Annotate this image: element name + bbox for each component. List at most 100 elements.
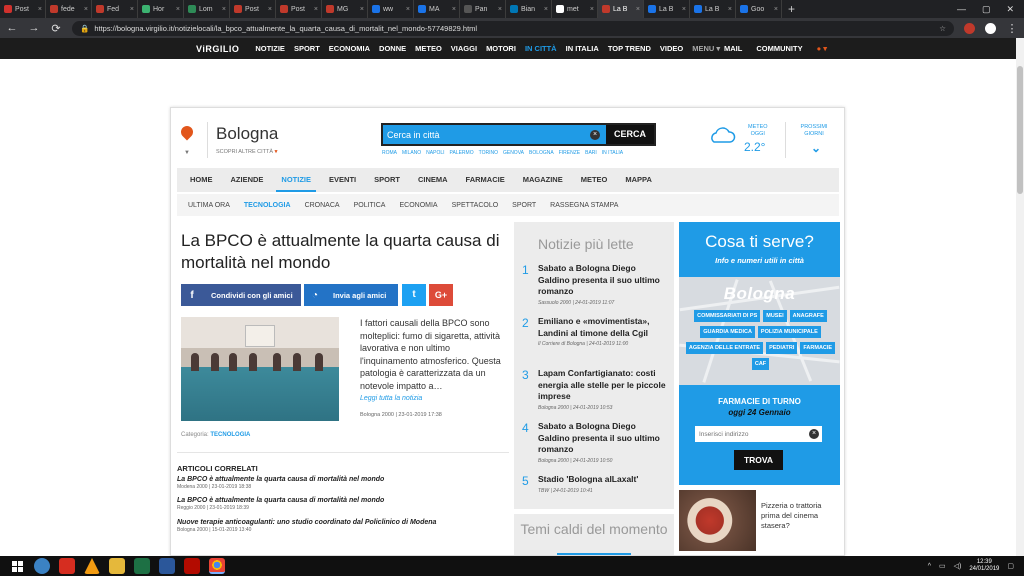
city-link-bari[interactable]: BARI [585, 150, 597, 156]
sub-nav-sport[interactable]: SPORT [509, 202, 539, 209]
reload-icon[interactable]: ⟳ [50, 22, 62, 35]
new-tab-icon[interactable]: + [788, 2, 795, 16]
browser-tab[interactable]: met × [552, 0, 598, 18]
main-nav-magazine[interactable]: MAGAZINE [518, 168, 568, 192]
read-more-link[interactable]: Leggi tutta la notizia [360, 395, 422, 402]
most-read-title[interactable]: Emiliano e «movimentista», Landini al ti… [538, 316, 668, 339]
scrollbar-thumb[interactable] [1017, 66, 1023, 194]
chevron-down-icon[interactable]: ⌄ [811, 141, 821, 155]
vlc-icon[interactable] [84, 558, 100, 574]
service-chip-anagrafe[interactable]: ANAGRAFE [789, 310, 827, 322]
app-icon[interactable] [59, 558, 75, 574]
caret-down-icon[interactable]: ▼ [184, 150, 190, 156]
most-read-item[interactable]: 5 Stadio 'Bologna alLaxalt' TBW | 24-01-… [522, 474, 668, 494]
city-link-bologna[interactable]: BOLOGNA [529, 150, 554, 156]
site-nav-notizie[interactable]: NOTIZIE [255, 44, 285, 53]
scopri-label[interactable]: SCOPRI ALTRE CITTÀ [216, 149, 273, 155]
google-plus-share-button[interactable]: G+ [429, 284, 453, 306]
browser-tab[interactable]: Post × [0, 0, 46, 18]
browser-tab[interactable]: Hor × [138, 0, 184, 18]
site-nav-donne[interactable]: DONNE [379, 44, 406, 53]
sub-nav-ultima-ora[interactable]: ULTIMA ORA [185, 202, 233, 209]
clear-icon[interactable]: × [589, 129, 600, 140]
browser-tab[interactable]: La B × [598, 0, 644, 18]
sub-nav-politica[interactable]: POLITICA [351, 202, 389, 209]
search-button[interactable]: CERCA [605, 125, 654, 144]
forward-icon[interactable]: → [28, 22, 40, 34]
browser-tab[interactable]: Post × [276, 0, 322, 18]
browser-tab[interactable]: MG × [322, 0, 368, 18]
back-icon[interactable]: ← [6, 22, 18, 34]
site-nav-top-trend[interactable]: TOP TREND [608, 44, 651, 53]
most-read-item[interactable]: 4 Sabato a Bologna Diego Galdino present… [522, 421, 668, 464]
clear-icon[interactable]: × [809, 429, 819, 439]
site-nav-video[interactable]: VIDEO [660, 44, 683, 53]
main-nav-sport[interactable]: SPORT [369, 168, 405, 192]
category-link[interactable]: TECNOLOGIA [210, 432, 250, 438]
site-nav-menu[interactable]: MENU ▾ [692, 44, 720, 53]
main-nav-aziende[interactable]: AZIENDE [226, 168, 269, 192]
bookmark-star-icon[interactable]: ☆ [939, 24, 946, 33]
service-chip-commissariati-di-ps[interactable]: COMMISSARIATI DI PS [694, 310, 761, 322]
minimize-icon[interactable]: — [957, 4, 966, 15]
close-tab-icon[interactable]: × [728, 6, 732, 13]
virgilio-logo[interactable]: ViRGILIO [196, 44, 239, 54]
tray-chevron-icon[interactable]: ^ [928, 563, 931, 570]
meteo-label[interactable]: METEO OGGI [748, 124, 768, 138]
mail-link[interactable]: MAIL [724, 44, 742, 53]
close-tab-icon[interactable]: × [682, 6, 686, 13]
close-tab-icon[interactable]: × [38, 6, 42, 13]
sub-nav-spettacolo[interactable]: SPETTACOLO [449, 202, 502, 209]
related-title[interactable]: La BPCO è attualmente la quarta causa di… [177, 476, 507, 483]
city-link-napoli[interactable]: NAPOLI [426, 150, 444, 156]
city-link-roma[interactable]: ROMA [382, 150, 397, 156]
close-tab-icon[interactable]: × [222, 6, 226, 13]
browser-tab[interactable]: La B × [644, 0, 690, 18]
browser-tab[interactable]: Goo × [736, 0, 782, 18]
city-link-genova[interactable]: GENOVA [503, 150, 524, 156]
windows-start-icon[interactable] [12, 560, 23, 572]
close-window-icon[interactable]: ✕ [1006, 4, 1014, 15]
network-icon[interactable]: ▭ [939, 562, 946, 570]
main-nav-farmacie[interactable]: FARMACIE [461, 168, 510, 192]
close-tab-icon[interactable]: × [268, 6, 272, 13]
clock[interactable]: 12:39 24/01/2019 [969, 559, 999, 573]
browser-tab[interactable]: Fed × [92, 0, 138, 18]
site-nav-viaggi[interactable]: VIAGGI [451, 44, 477, 53]
sub-nav-economia[interactable]: ECONOMIA [396, 202, 440, 209]
promo-text[interactable]: Pizzeria o trattoria prima del cinema st… [761, 501, 836, 531]
most-read-title[interactable]: Lapam Confartigianato: costi energia all… [538, 368, 668, 403]
most-read-item[interactable]: 2 Emiliano e «movimentista», Landini al … [522, 316, 668, 347]
main-nav-mappa[interactable]: MAPPA [620, 168, 657, 192]
promo-image[interactable] [679, 490, 756, 551]
most-read-title[interactable]: Stadio 'Bologna alLaxalt' [538, 474, 668, 486]
sub-nav-rassegna-stampa[interactable]: RASSEGNA STAMPA [547, 202, 621, 209]
close-tab-icon[interactable]: × [130, 6, 134, 13]
related-item[interactable]: La BPCO è attualmente la quarta causa di… [177, 476, 507, 490]
most-read-title[interactable]: Sabato a Bologna Diego Galdino presenta … [538, 421, 668, 456]
most-read-item[interactable]: 3 Lapam Confartigianato: costi energia a… [522, 368, 668, 411]
close-tab-icon[interactable]: × [406, 6, 410, 13]
main-nav-notizie[interactable]: NOTIZIE [276, 168, 317, 192]
most-read-title[interactable]: Sabato a Bologna Diego Galdino presenta … [538, 263, 668, 298]
close-tab-icon[interactable]: × [452, 6, 456, 13]
related-title[interactable]: Nuove terapie anticoagulanti: uno studio… [177, 519, 507, 526]
site-nav-motori[interactable]: MOTORI [486, 44, 516, 53]
notifications-icon[interactable]: ▢ [1007, 562, 1014, 570]
service-chip-caf[interactable]: CAF [751, 358, 770, 370]
close-tab-icon[interactable]: × [636, 6, 640, 13]
address-bar[interactable]: 🔒 https://bologna.virgilio.it/notizieloc… [72, 20, 954, 36]
sub-nav-cronaca[interactable]: CRONACA [302, 202, 343, 209]
service-chip-musei[interactable]: MUSEI [763, 310, 787, 322]
article-photo[interactable] [181, 317, 339, 421]
maximize-icon[interactable]: ▢ [982, 4, 991, 15]
city-link-palermo[interactable]: PALERMO [450, 150, 474, 156]
main-nav-cinema[interactable]: CINEMA [413, 168, 453, 192]
extension-icon[interactable] [964, 22, 975, 34]
close-tab-icon[interactable]: × [314, 6, 318, 13]
browser-tab[interactable]: MA × [414, 0, 460, 18]
community-link[interactable]: COMMUNITY [756, 44, 802, 53]
service-chip-agenzia-delle-entrate[interactable]: AGENZIA DELLE ENTRATE [685, 342, 764, 354]
service-chip-polizia-municipale[interactable]: POLIZIA MUNICIPALE [757, 326, 821, 338]
close-tab-icon[interactable]: × [176, 6, 180, 13]
